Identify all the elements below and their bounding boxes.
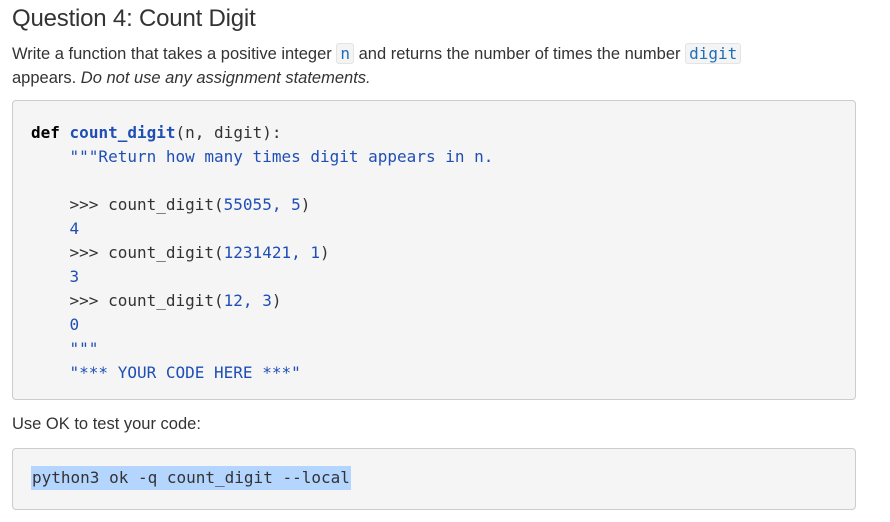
command-block[interactable]: python3 ok -q count_digit --local <box>12 448 856 510</box>
desc-text-1: Write a function that takes a positive i… <box>12 45 337 63</box>
example-call: count_digit( <box>108 243 224 262</box>
inline-code-n: n <box>336 43 355 64</box>
desc-text-2: and returns the number of times the numb… <box>354 45 686 63</box>
question-description: Write a function that takes a positive i… <box>12 42 862 90</box>
example-call: count_digit( <box>108 195 224 214</box>
function-signature: (n, digit): <box>175 123 282 142</box>
example-prompt: >>> <box>69 243 109 262</box>
example-close: ) <box>300 195 311 214</box>
inline-code-digit: digit <box>685 43 742 64</box>
code-content[interactable]: def count_digit(n, digit): """Return how… <box>31 121 493 385</box>
example-args: 1231421, 1 <box>223 243 320 262</box>
desc-text-3: appears. <box>12 69 81 87</box>
desc-emphasis: Do not use any assignment statements. <box>80 69 371 87</box>
function-name: count_digit <box>69 123 176 142</box>
example-close: ) <box>319 243 330 262</box>
code-block[interactable]: def count_digit(n, digit): """Return how… <box>12 100 856 400</box>
example-args: 12, 3 <box>223 291 272 310</box>
question-title: Question 4: Count Digit <box>12 5 256 32</box>
example-result: 4 <box>69 219 80 238</box>
example-call: count_digit( <box>108 291 224 310</box>
docstring-end: """ <box>69 339 99 358</box>
test-instruction: Use OK to test your code: <box>12 415 201 433</box>
example-result: 0 <box>69 315 80 334</box>
example-result: 3 <box>69 267 80 286</box>
code-placeholder: "*** YOUR CODE HERE ***" <box>69 363 301 382</box>
example-close: ) <box>271 291 282 310</box>
example-prompt: >>> <box>69 291 109 310</box>
example-prompt: >>> <box>69 195 109 214</box>
docstring-line: """Return how many times digit appears i… <box>69 147 494 166</box>
def-keyword: def <box>31 123 60 142</box>
ok-command[interactable]: python3 ok -q count_digit --local <box>31 466 351 490</box>
example-args: 55055, 5 <box>223 195 301 214</box>
